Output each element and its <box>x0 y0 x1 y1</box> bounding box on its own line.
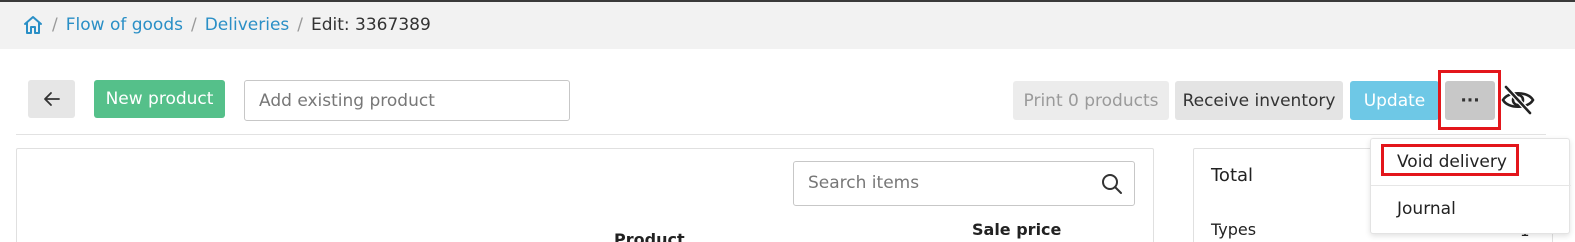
new-product-button[interactable]: New product <box>94 80 225 118</box>
breadcrumb-separator: / <box>52 15 58 35</box>
search-icon[interactable] <box>1101 173 1123 195</box>
toolbar-divider <box>16 134 1546 135</box>
arrow-left-icon <box>43 92 60 106</box>
print-products-button[interactable]: Print 0 products <box>1013 81 1169 120</box>
breadcrumb-current: Edit: 3367389 <box>311 15 431 35</box>
receive-inventory-button[interactable]: Receive inventory <box>1175 81 1343 120</box>
search-items-input[interactable] <box>794 162 1084 203</box>
breadcrumb-flow-of-goods[interactable]: Flow of goods <box>66 15 183 35</box>
column-header-sale-price[interactable]: Sale price <box>972 220 1061 239</box>
summary-types-label: Types <box>1211 220 1257 239</box>
column-header-product[interactable]: Product <box>614 230 685 242</box>
update-button[interactable]: Update <box>1350 81 1439 120</box>
highlight-box-void-delivery <box>1381 144 1519 176</box>
breadcrumb-deliveries[interactable]: Deliveries <box>205 15 290 35</box>
breadcrumb: / Flow of goods / Deliveries / Edit: 336… <box>22 14 431 36</box>
eye-slash-icon[interactable] <box>1500 83 1536 117</box>
back-button[interactable] <box>28 80 75 118</box>
breadcrumb-separator: / <box>297 15 303 35</box>
summary-title: Total <box>1211 165 1254 186</box>
menu-item-journal[interactable]: Journal <box>1371 185 1571 231</box>
search-items-field[interactable] <box>793 161 1135 206</box>
breadcrumb-separator: / <box>190 15 197 35</box>
home-icon[interactable] <box>22 14 44 36</box>
add-existing-product-input[interactable] <box>244 80 570 121</box>
breadcrumb-bar: / Flow of goods / Deliveries / Edit: 336… <box>0 2 1575 49</box>
highlight-box-more-options <box>1438 70 1501 130</box>
